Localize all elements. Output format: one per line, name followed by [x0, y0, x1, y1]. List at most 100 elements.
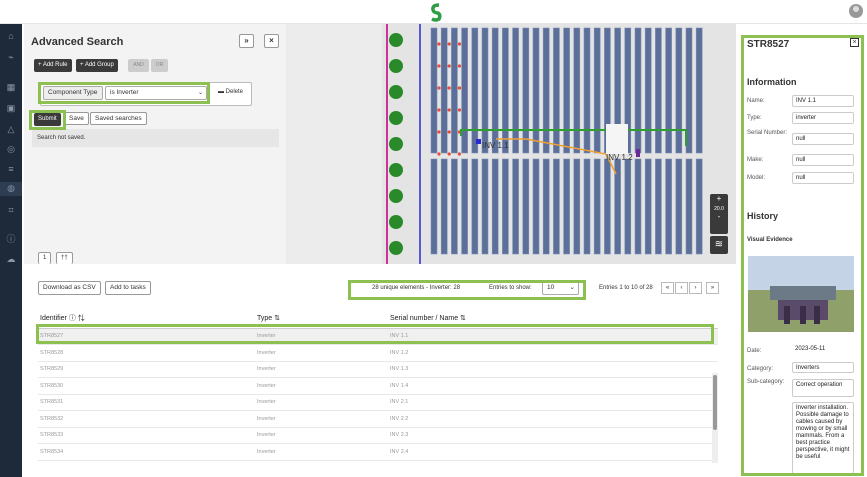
type-field[interactable]: inverter	[792, 112, 854, 124]
identifier-header[interactable]: Identifier ⓘ ⇅	[38, 308, 255, 329]
home-icon[interactable]: ⌂	[5, 30, 17, 42]
target-icon[interactable]: ◎	[5, 143, 17, 155]
solar-string	[532, 27, 540, 154]
s-logo-icon[interactable]	[429, 2, 443, 22]
table-row[interactable]: STR8532 Inverter INV 2.2	[38, 410, 718, 428]
zoom-out-button[interactable]: -	[710, 212, 728, 221]
type-label: Type:	[747, 115, 762, 121]
tab-1[interactable]: 1	[38, 252, 52, 264]
evidence-photo[interactable]	[748, 256, 854, 332]
serial-cell: INV 2.1	[388, 394, 718, 411]
close-detail-button[interactable]: ×	[850, 38, 859, 47]
operator-select[interactable]: is Inverter ⌄	[105, 86, 207, 100]
date-value: 2023-05-11	[792, 344, 854, 356]
close-button[interactable]: ×	[264, 34, 279, 48]
table-row[interactable]: STR8527 Inverter INV 1.1	[38, 328, 718, 345]
make-field[interactable]: null	[792, 154, 854, 166]
info-icon[interactable]: ⓘ	[5, 233, 17, 245]
table-row[interactable]: STR8533 Inverter INV 2.3	[38, 427, 718, 444]
next-page-button[interactable]: ›	[689, 282, 702, 294]
or-button[interactable]: OR	[151, 59, 168, 72]
solar-string	[430, 27, 438, 154]
grid-icon[interactable]: ▦	[5, 81, 17, 93]
string-marker	[437, 130, 441, 134]
user-avatar-icon[interactable]	[849, 4, 863, 18]
and-button[interactable]: AND	[128, 59, 149, 72]
solar-string	[522, 27, 530, 154]
solar-string	[563, 158, 570, 255]
entries-value: 10	[547, 284, 555, 291]
save-button[interactable]: Save	[64, 112, 89, 125]
solar-string	[430, 158, 438, 255]
list-icon[interactable]: ≡	[5, 163, 17, 175]
type-cell: Inverter	[255, 443, 388, 461]
description-field[interactable]: Inverter installation. Possible damage t…	[792, 402, 854, 474]
string-marker	[457, 64, 461, 68]
field-select[interactable]: Component Type	[43, 86, 103, 100]
solar-string	[644, 27, 652, 154]
first-page-button[interactable]: «	[661, 282, 674, 294]
delete-rule-button[interactable]: ▬ Delete	[218, 89, 243, 95]
add-group-button[interactable]: + Add Group	[76, 59, 118, 72]
calendar-icon[interactable]: ▣	[5, 102, 17, 114]
type-cell: Inverter	[255, 410, 388, 428]
chart-icon[interactable]: ⌁	[5, 51, 17, 63]
last-page-button[interactable]: »	[706, 282, 719, 294]
map-view[interactable]: INV 1.1 INV 1.2 + 20.0 - ≋	[286, 24, 736, 264]
serial-field[interactable]: null	[792, 133, 854, 145]
string-marker	[457, 152, 461, 156]
panel-title: Advanced Search	[31, 36, 124, 48]
scrollbar-thumb[interactable]	[713, 375, 717, 430]
model-field[interactable]: null	[792, 172, 854, 184]
type-cell: Inverter	[255, 394, 388, 411]
table-row[interactable]: STR8528 Inverter INV 1.2	[38, 344, 718, 362]
prev-page-button[interactable]: ‹	[675, 282, 688, 294]
tree-icon	[389, 59, 403, 73]
entries-select[interactable]: 10 ⌄	[542, 281, 579, 295]
serial-cell: INV 1.2	[388, 344, 718, 362]
crop-icon[interactable]: ⌗	[5, 204, 17, 216]
table-row[interactable]: STR8529 Inverter INV 1.3	[38, 361, 718, 378]
results-table: Identifier ⓘ ⇅ Type ⇅ Serial number / Na…	[38, 308, 718, 461]
solar-string	[573, 27, 581, 154]
table-scrollbar[interactable]	[712, 373, 718, 463]
inverter-marker	[476, 139, 481, 144]
warning-icon[interactable]: △	[5, 123, 17, 135]
solar-string	[440, 158, 448, 255]
category-field[interactable]: Inverters	[792, 362, 854, 373]
solar-string	[481, 27, 489, 154]
solar-string	[624, 158, 632, 255]
tab-2[interactable]: ††	[56, 252, 73, 264]
subcategory-field[interactable]: Correct operation	[792, 379, 854, 397]
sort-icon: ⇅	[460, 314, 466, 322]
table-row[interactable]: STR8534 Inverter INV 2.4	[38, 443, 718, 461]
layers-icon[interactable]: ≋	[710, 236, 728, 254]
name-field[interactable]: INV 1.1	[792, 95, 854, 107]
add-to-tasks-button[interactable]: Add to tasks	[105, 281, 151, 295]
solar-string	[634, 27, 642, 154]
globe-icon[interactable]: ◍	[0, 182, 22, 196]
category-label: Category:	[747, 366, 774, 372]
information-heading: Information	[747, 77, 797, 87]
submit-button[interactable]: Submit	[34, 113, 61, 126]
zoom-in-button[interactable]: +	[710, 194, 728, 203]
tree-icon	[389, 241, 403, 255]
identifier-cell: STR8527	[38, 328, 255, 345]
collapse-button[interactable]: »	[239, 34, 254, 48]
solar-string	[553, 158, 560, 255]
serial-header[interactable]: Serial number / Name ⇅	[388, 308, 718, 329]
add-rule-button[interactable]: + Add Rule	[34, 59, 72, 72]
inv-label: INV 1.2	[606, 153, 633, 162]
serial-cell: INV 1.4	[388, 377, 718, 395]
table-row[interactable]: STR8531 Inverter INV 2.1	[38, 394, 718, 411]
saved-searches-button[interactable]: Saved searches	[90, 112, 147, 125]
make-label: Make:	[747, 157, 764, 163]
type-header[interactable]: Type ⇅	[255, 308, 388, 329]
advanced-search-panel: Advanced Search » × + Add Rule + Add Gro…	[24, 24, 286, 264]
solar-string	[695, 27, 703, 154]
cloud-icon[interactable]: ☁	[5, 253, 17, 265]
download-csv-button[interactable]: Download as CSV	[38, 281, 101, 295]
identifier-cell: STR8529	[38, 361, 255, 378]
table-row[interactable]: STR8530 Inverter INV 1.4	[38, 377, 718, 395]
solar-string	[491, 158, 499, 255]
